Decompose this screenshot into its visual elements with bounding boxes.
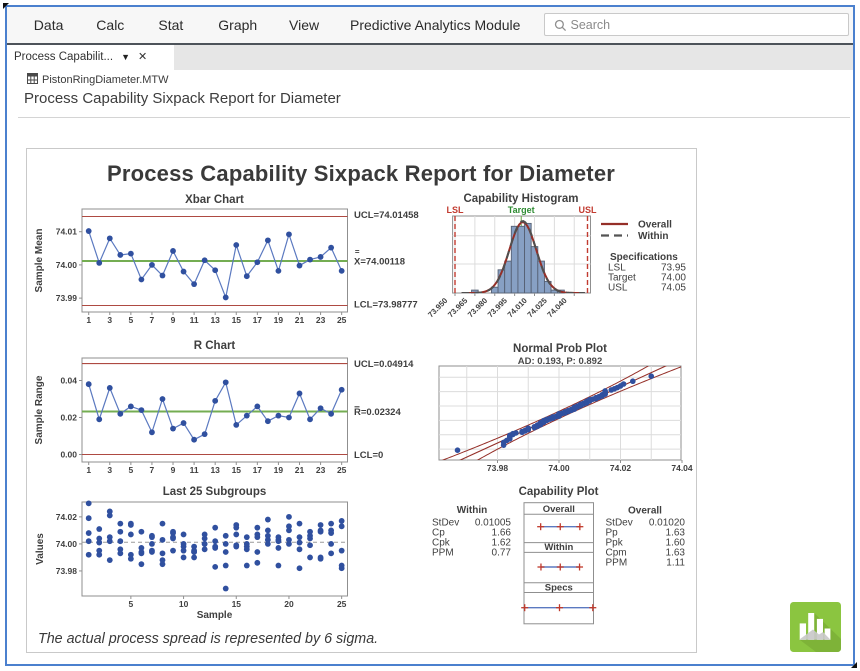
svg-text:25: 25 [337,315,347,325]
svg-text:Target: Target [508,205,535,215]
svg-text:X=74.00118: X=74.00118 [354,257,405,268]
svg-text:Overall: Overall [543,504,575,515]
svg-text:R=0.02324: R=0.02324 [354,407,401,418]
svg-text:17: 17 [253,465,263,475]
svg-text:=: = [355,248,360,257]
svg-text:73.98: 73.98 [487,463,509,473]
svg-text:0.00: 0.00 [60,450,77,460]
svg-text:23: 23 [316,465,326,475]
svg-text:0.04: 0.04 [60,376,77,386]
svg-text:9: 9 [171,465,176,475]
svg-text:13: 13 [210,465,220,475]
svg-text:Overall: Overall [638,220,672,231]
svg-text:15: 15 [232,315,242,325]
svg-text:USL: USL [608,283,628,294]
svg-text:Specifications: Specifications [610,252,678,263]
svg-text:7: 7 [150,465,155,475]
svg-text:11: 11 [190,465,199,475]
svg-text:74.02: 74.02 [56,512,78,522]
svg-text:21: 21 [295,465,305,475]
svg-text:UCL=0.04914: UCL=0.04914 [354,359,414,370]
svg-text:11: 11 [190,315,199,325]
svg-text:19: 19 [274,315,284,325]
svg-text:74.04: 74.04 [671,463,693,473]
svg-text:0.02: 0.02 [60,413,77,423]
svg-text:Sample Mean: Sample Mean [34,229,45,293]
svg-text:13: 13 [210,315,220,325]
svg-text:The actual process spread is r: The actual process spread is represented… [38,631,378,647]
svg-text:1.11: 1.11 [666,558,685,569]
svg-text:LSL: LSL [447,205,465,215]
svg-text:AD: 0.193, P: 0.892: AD: 0.193, P: 0.892 [518,356,603,367]
svg-text:Process Capability Sixpack Rep: Process Capability Sixpack Report for Di… [107,161,615,186]
svg-text:UCL=74.01458: UCL=74.01458 [354,210,419,221]
svg-text:10: 10 [179,599,189,609]
svg-text:15: 15 [232,599,242,609]
svg-text:R Chart: R Chart [194,340,236,352]
svg-text:19: 19 [274,465,284,475]
svg-text:Sample Range: Sample Range [34,375,45,444]
svg-text:73.99: 73.99 [56,293,78,303]
svg-text:74.00: 74.00 [56,260,78,270]
svg-text:7: 7 [150,315,155,325]
svg-text:20: 20 [284,599,294,609]
svg-text:Within: Within [544,542,573,553]
svg-text:Within: Within [457,505,487,516]
svg-text:LCL=0: LCL=0 [354,450,383,461]
svg-text:Normal Prob Plot: Normal Prob Plot [513,343,607,355]
svg-text:0.77: 0.77 [492,548,512,559]
svg-text:3: 3 [107,315,112,325]
svg-text:Last 25 Subgroups: Last 25 Subgroups [163,486,267,498]
svg-text:74.05: 74.05 [661,283,686,294]
svg-text:5: 5 [129,599,134,609]
svg-text:LCL=73.98777: LCL=73.98777 [354,300,418,311]
svg-text:PPM: PPM [432,548,454,559]
svg-text:Capability Histogram: Capability Histogram [463,193,578,205]
svg-text:74.00: 74.00 [548,463,570,473]
svg-text:74.00: 74.00 [56,539,78,549]
svg-text:PPM: PPM [606,558,628,569]
svg-text:Values: Values [35,533,46,565]
svg-text:Sample: Sample [197,610,233,621]
svg-text:Within: Within [638,231,668,242]
svg-text:5: 5 [129,465,134,475]
svg-text:Capability Plot: Capability Plot [519,486,599,498]
svg-text:1: 1 [86,315,91,325]
svg-text:15: 15 [232,465,242,475]
svg-text:3: 3 [107,465,112,475]
svg-text:9: 9 [171,315,176,325]
svg-text:25: 25 [337,465,347,475]
svg-text:25: 25 [337,599,347,609]
svg-text:Specs: Specs [545,582,573,593]
svg-text:21: 21 [295,315,305,325]
svg-text:74.02: 74.02 [610,463,632,473]
svg-text:17: 17 [253,315,263,325]
svg-text:74.01: 74.01 [56,227,78,237]
svg-text:23: 23 [316,315,326,325]
svg-text:Overall: Overall [628,506,662,517]
svg-text:Xbar Chart: Xbar Chart [185,194,244,206]
svg-text:5: 5 [129,315,134,325]
svg-text:73.98: 73.98 [56,566,78,576]
svg-text:1: 1 [86,465,91,475]
svg-text:USL: USL [579,205,598,215]
